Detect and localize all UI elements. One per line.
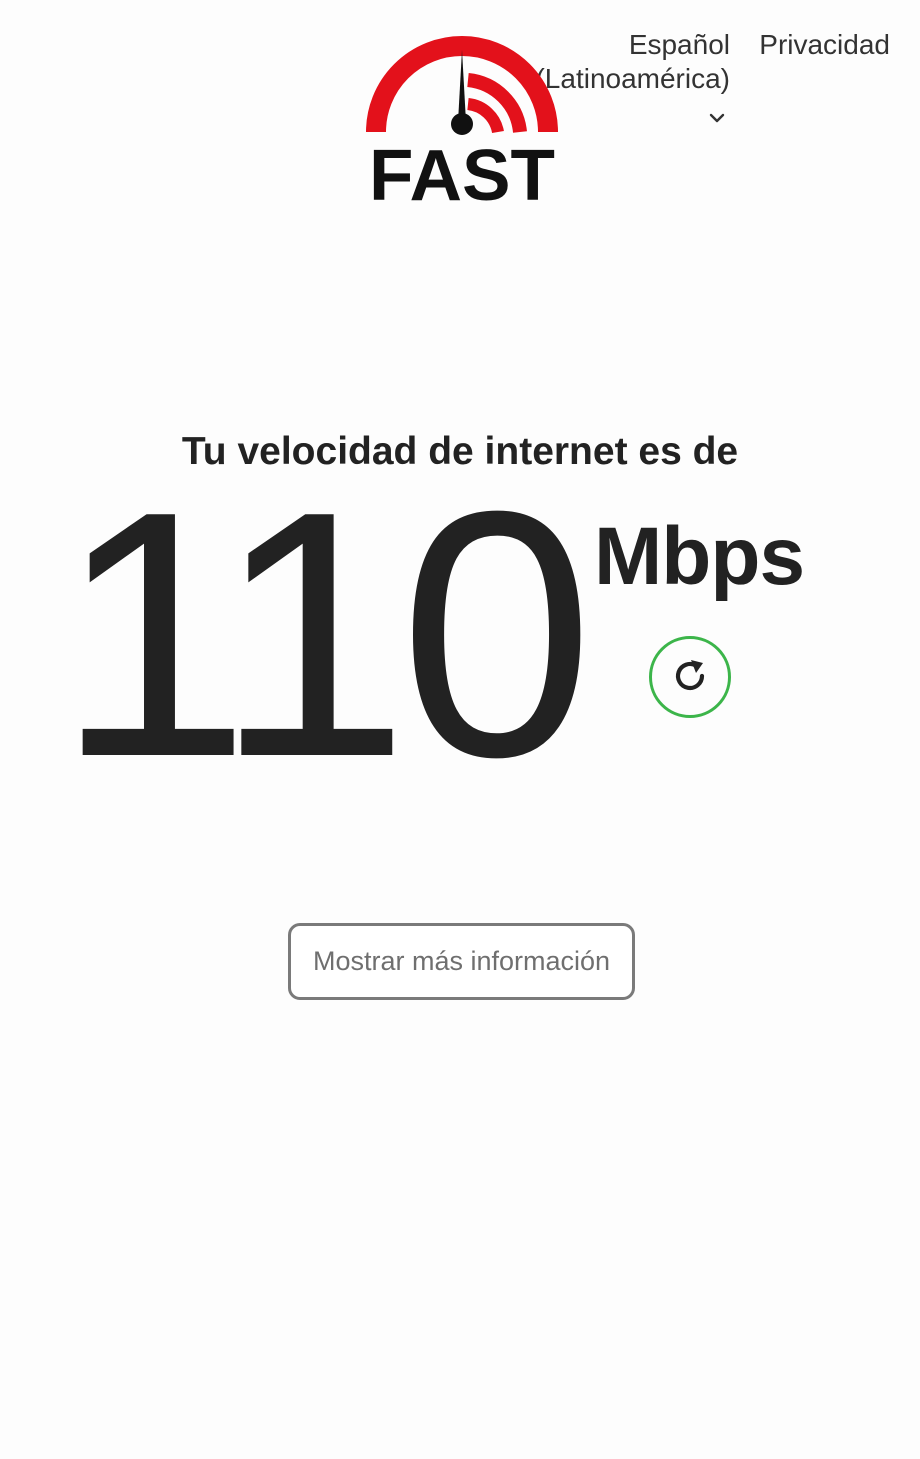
language-label: Español (Latinoamérica) — [535, 29, 730, 94]
refresh-button[interactable] — [649, 636, 731, 718]
fast-logo: FAST — [362, 28, 560, 216]
refresh-icon — [669, 655, 711, 700]
speed-value: 110 — [56, 439, 594, 830]
speedometer-icon: FAST — [366, 36, 558, 216]
speed-units: Mbps — [594, 511, 805, 602]
privacy-link[interactable]: Privacidad — [759, 28, 890, 62]
logo-text: FAST — [369, 136, 555, 208]
show-more-info-button[interactable]: Mostrar más información — [288, 923, 635, 1000]
